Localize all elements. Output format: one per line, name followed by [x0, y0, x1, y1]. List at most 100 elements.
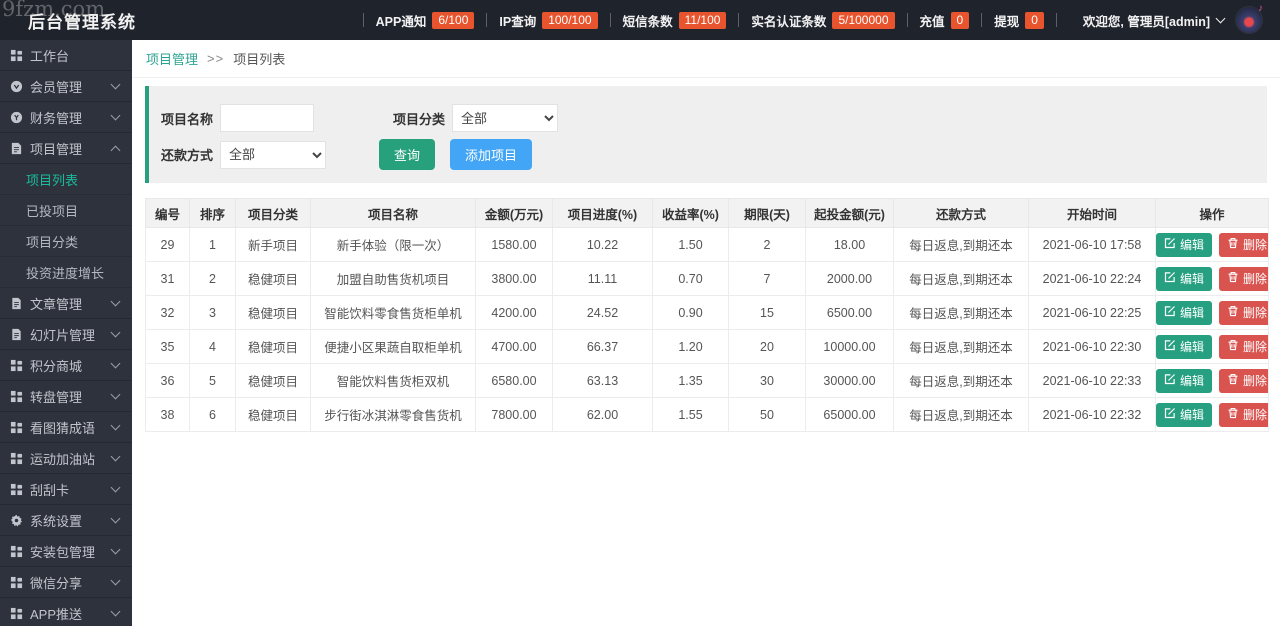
sidebar-item-members[interactable]: 会员管理: [0, 71, 132, 102]
cell-start-time: 2021-06-10 22:30: [1028, 329, 1156, 364]
delete-label: 删除: [1243, 408, 1268, 422]
col-header: 编号: [145, 198, 190, 228]
table-row: 29 1 新手项目 新手体验（限一次） 1580.00 10.22 1.50 2…: [145, 227, 1269, 262]
edit-pencil-icon: [1164, 407, 1176, 422]
cell-rate: 1.50: [652, 227, 729, 262]
sidebar-item-articles[interactable]: 文章管理: [0, 288, 132, 319]
breadcrumb: 项目管理 >> 项目列表: [132, 40, 1280, 78]
chevron-down-icon: [110, 358, 121, 369]
cell-id: 31: [145, 261, 190, 296]
stat-ip-query[interactable]: IP查询 100/100: [499, 11, 598, 30]
cell-start-time: 2021-06-10 22:33: [1028, 363, 1156, 398]
chevron-down-icon: [110, 420, 121, 431]
sidebar-item-finance[interactable]: 财务管理: [0, 102, 132, 133]
delete-button[interactable]: 删除: [1219, 402, 1268, 427]
stat-badge: 5/100000: [832, 11, 895, 29]
sidebar-item-system-settings[interactable]: 系统设置: [0, 505, 132, 536]
filter-row-2: 还款方式 全部 查询 添加项目: [161, 139, 1267, 170]
chevron-down-icon: [110, 389, 121, 400]
repay-method-label: 还款方式: [161, 148, 214, 163]
sidebar-item-idiom-game[interactable]: 看图猜成语: [0, 412, 132, 443]
breadcrumb-section-link[interactable]: 项目管理: [146, 49, 198, 68]
stat-label: 短信条数: [622, 14, 673, 29]
app-title: 后台管理系统: [28, 12, 136, 32]
stat-badge: 0: [950, 11, 970, 29]
cell-id: 35: [145, 329, 190, 364]
cell-min-invest: 10000.00: [805, 329, 894, 364]
stat-badge: 0: [1025, 11, 1044, 29]
table-row: 36 5 稳健项目 智能饮料售货柜双机 6580.00 63.13 1.35 3…: [145, 363, 1269, 398]
sidebar-item-label: 转盘管理: [30, 389, 83, 405]
cell-category: 稳健项目: [235, 363, 311, 398]
sidebar-item-sports[interactable]: 运动加油站: [0, 443, 132, 474]
sidebar-item-label: 运动加油站: [30, 451, 96, 467]
project-category-select[interactable]: 全部: [452, 104, 558, 132]
edit-label: 编辑: [1180, 340, 1205, 354]
trash-icon: [1227, 339, 1239, 354]
repay-method-select[interactable]: 全部: [220, 140, 326, 169]
sidebar-subitem-project-categories[interactable]: 项目分类: [0, 226, 132, 257]
stat-label: APP通知: [375, 14, 427, 29]
add-project-button[interactable]: 添加项目: [450, 139, 533, 170]
col-header: 项目名称: [310, 198, 476, 228]
sidebar-item-scratch-card[interactable]: 刮刮卡: [0, 474, 132, 505]
cell-start-time: 2021-06-10 17:58: [1028, 227, 1156, 262]
stat-app-notice[interactable]: APP通知 6/100: [376, 11, 475, 30]
sidebar-item-wechat-share[interactable]: 微信分享: [0, 567, 132, 598]
sidebar-item-points-mall[interactable]: 积分商城: [0, 350, 132, 381]
delete-button[interactable]: 删除: [1219, 266, 1268, 291]
edit-button[interactable]: 编辑: [1156, 334, 1213, 359]
edit-button[interactable]: 编辑: [1156, 232, 1213, 257]
sidebar-item-label: 微信分享: [30, 575, 83, 591]
sidebar-item-packages[interactable]: 安装包管理: [0, 536, 132, 567]
delete-button[interactable]: 删除: [1219, 300, 1268, 325]
delete-button[interactable]: 删除: [1219, 232, 1268, 257]
sidebar-item-projects[interactable]: 项目管理: [0, 133, 132, 164]
cell-start-time: 2021-06-10 22:25: [1028, 295, 1156, 330]
user-menu[interactable]: 欢迎您, 管理员[admin]: [1083, 11, 1226, 30]
edit-pencil-icon: [1164, 339, 1176, 354]
sidebar-item-workbench[interactable]: 工作台: [0, 40, 132, 71]
sidebar-subitem-invested-projects[interactable]: 已投项目: [0, 195, 132, 226]
grid-icon: [10, 359, 23, 372]
project-name-input[interactable]: [220, 104, 314, 132]
col-header: 开始时间: [1028, 198, 1156, 228]
cell-name: 加盟自助售货机项目: [310, 261, 476, 296]
delete-button[interactable]: 删除: [1219, 368, 1268, 393]
cell-rate: 1.55: [652, 397, 729, 432]
search-button[interactable]: 查询: [379, 139, 436, 170]
edit-pencil-icon: [1164, 373, 1176, 388]
sidebar-item-app-push[interactable]: APP推送: [0, 598, 132, 626]
edit-button[interactable]: 编辑: [1156, 402, 1213, 427]
trash-icon: [1227, 407, 1239, 422]
sidebar-subitem-project-list[interactable]: 项目列表: [0, 164, 132, 195]
cell-amount: 6580.00: [475, 363, 553, 398]
sidebar-item-wheel[interactable]: 转盘管理: [0, 381, 132, 412]
stat-realname-count[interactable]: 实名认证条数 5/100000: [751, 11, 895, 30]
cell-amount: 1580.00: [475, 227, 553, 262]
cell-category: 稳健项目: [235, 295, 311, 330]
stat-withdraw[interactable]: 提现 0: [994, 11, 1044, 30]
cell-repay-method: 每日返息,到期还本: [893, 227, 1029, 262]
table-row: 35 4 稳健项目 便捷小区果蔬自取柜单机 4700.00 66.37 1.20…: [145, 329, 1269, 364]
col-header: 项目进度(%): [552, 198, 653, 228]
edit-button[interactable]: 编辑: [1156, 368, 1213, 393]
avatar[interactable]: ♪: [1236, 3, 1263, 33]
stat-label: IP查询: [499, 14, 537, 29]
cell-name: 新手体验（限一次）: [310, 227, 476, 262]
delete-button[interactable]: 删除: [1219, 334, 1268, 359]
stat-sms-count[interactable]: 短信条数 11/100: [623, 11, 727, 30]
sidebar-item-label: 看图猜成语: [30, 420, 96, 436]
cell-category: 稳健项目: [235, 397, 311, 432]
edit-button[interactable]: 编辑: [1156, 266, 1213, 291]
cell-rate: 1.20: [652, 329, 729, 364]
sidebar-subitem-investment-progress[interactable]: 投资进度增长: [0, 257, 132, 288]
sidebar-subitem-label: 项目分类: [26, 234, 79, 250]
cell-progress: 63.13: [552, 363, 653, 398]
stat-recharge[interactable]: 充值 0: [920, 11, 970, 30]
cell-name: 步行街冰淇淋零食售货机: [310, 397, 476, 432]
chevron-down-icon: [110, 327, 121, 338]
sidebar-item-slides[interactable]: 幻灯片管理: [0, 319, 132, 350]
project-icon: [10, 142, 23, 155]
edit-button[interactable]: 编辑: [1156, 300, 1213, 325]
